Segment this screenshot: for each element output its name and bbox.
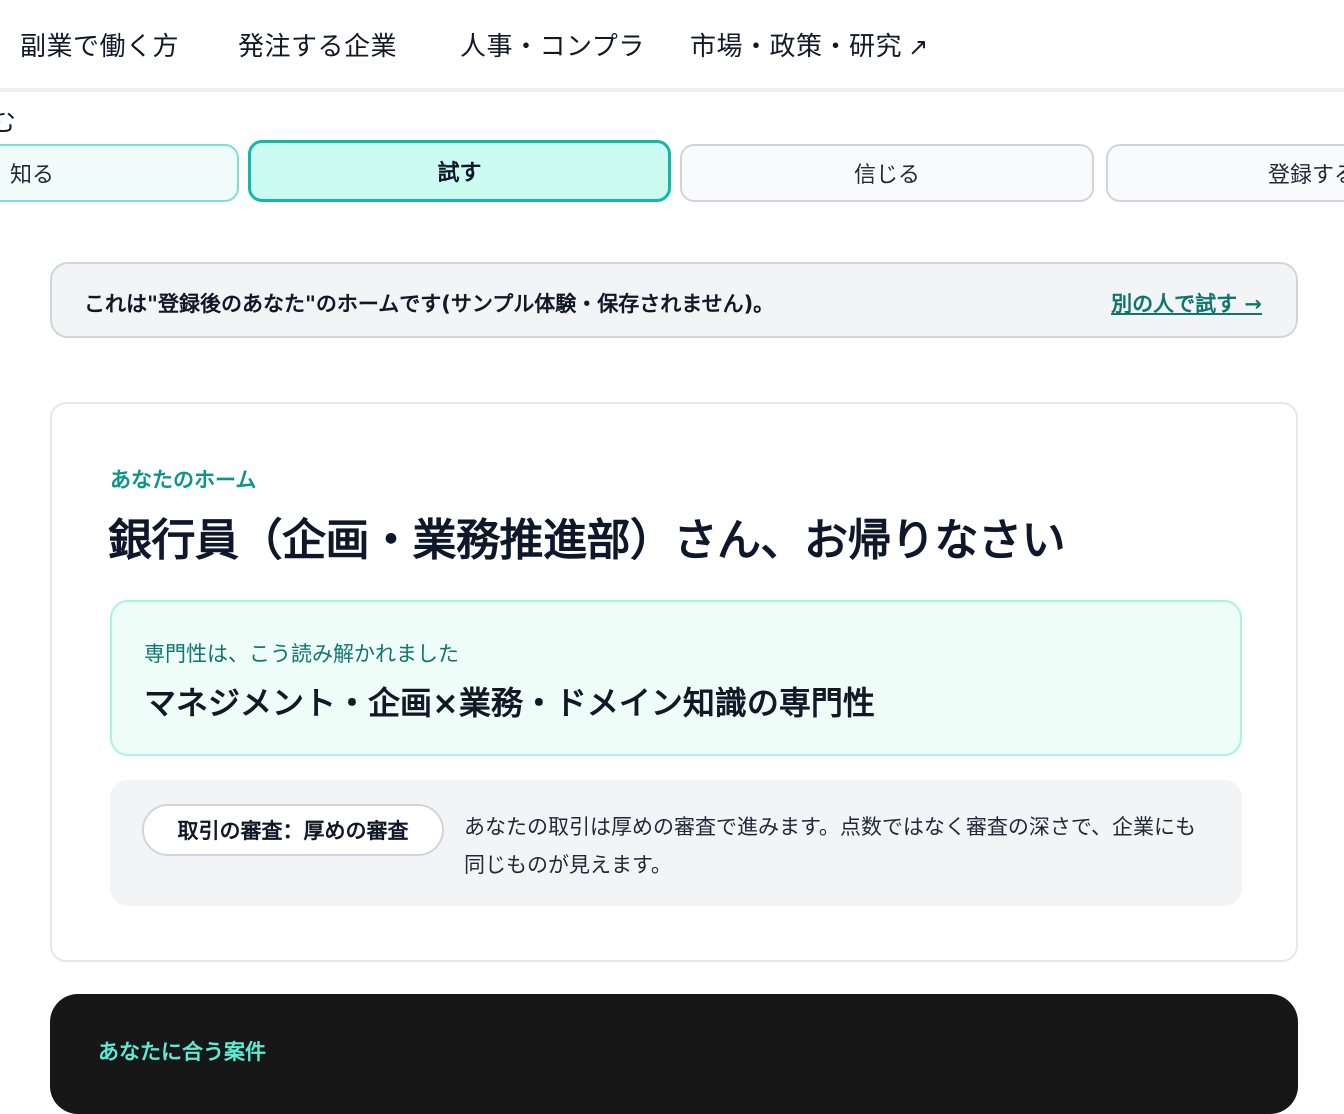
step-label: 知る	[10, 163, 55, 188]
step-label: 試す	[437, 161, 482, 186]
sample-banner-text: これは"登録後のあなた"のホームです(サンプル体験・保存されません)。	[84, 292, 775, 316]
page-heading-partial: む	[0, 108, 17, 138]
home-card: あなたのホーム 銀行員（企画・業務推進部）さん、お帰りなさい 専門性は、こう読み…	[50, 402, 1298, 962]
nav-item-freelancers[interactable]: 副業で働く方	[20, 26, 179, 63]
nav-item-companies[interactable]: 発注する企業	[238, 26, 397, 63]
step-trust[interactable]: 信じる	[680, 144, 1094, 202]
expertise-box: 専門性は、こう読み解かれました マネジメント・企画×業務・ドメイン知識の専門性	[110, 600, 1242, 756]
step-label: 信じる	[853, 163, 920, 188]
external-link-icon: ↗	[908, 33, 929, 61]
sample-banner: これは"登録後のあなた"のホームです(サンプル体験・保存されません)。 別の人で…	[50, 262, 1298, 338]
review-level-badge: 取引の審査：厚めの審査	[142, 804, 444, 856]
nav-item-market-research[interactable]: 市場・政策・研究 ↗	[690, 26, 929, 63]
step-try[interactable]: 試す	[248, 140, 671, 202]
greeting-title: 銀行員（企画・業務推進部）さん、お帰りなさい	[108, 515, 1066, 566]
nav-item-label: 市場・政策・研究	[690, 32, 903, 62]
nav-item-label: 発注する企業	[238, 32, 398, 62]
try-another-person-link[interactable]: 別の人で試す →	[1111, 288, 1262, 318]
review-description: あなたの取引は厚めの審査で進みます。点数ではなく審査の深さで、企業にも同じものが…	[464, 815, 1197, 877]
top-navigation: 副業で働く方 発注する企業 人事・コンプラ 市場・政策・研究 ↗	[0, 0, 1344, 92]
expertise-label: 専門性は、こう読み解かれました	[144, 642, 459, 666]
nav-item-label: 副業で働く方	[20, 32, 180, 62]
expertise-value: マネジメント・企画×業務・ドメイン知識の専門性	[144, 684, 875, 722]
review-box: 取引の審査：厚めの審査 あなたの取引は厚めの審査で進みます。点数ではなく審査の深…	[110, 780, 1242, 906]
step-register[interactable]: 登録する	[1106, 144, 1344, 202]
home-eyebrow: あなたのホーム	[110, 468, 257, 492]
nav-item-hr-compliance[interactable]: 人事・コンプラ	[460, 26, 645, 63]
step-label: 登録する	[1268, 163, 1344, 188]
step-know[interactable]: 知る	[0, 144, 239, 202]
nav-item-label: 人事・コンプラ	[460, 32, 645, 62]
matching-jobs-title: あなたに合う案件	[98, 1040, 266, 1064]
matching-jobs-section: あなたに合う案件	[50, 994, 1298, 1114]
